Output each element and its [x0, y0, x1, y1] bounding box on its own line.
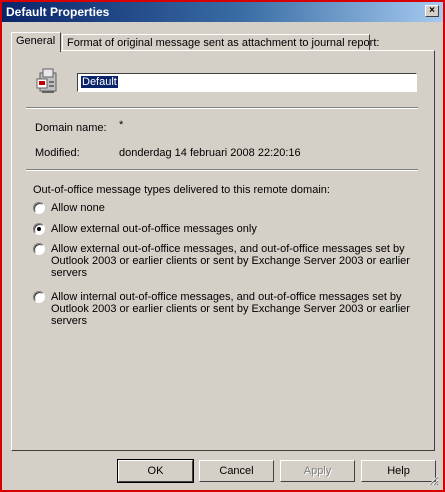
cancel-button[interactable]: Cancel	[199, 460, 274, 482]
radio-internal-and-legacy[interactable]	[33, 291, 45, 303]
separator	[26, 169, 418, 171]
name-field[interactable]: Default	[77, 73, 417, 92]
tab-general[interactable]: General	[11, 32, 61, 52]
modified-value: donderdag 14 februari 2008 22:20:16	[119, 147, 301, 159]
help-button[interactable]: Help	[361, 460, 436, 482]
tab-format[interactable]: Format of original message sent as attac…	[62, 34, 379, 50]
tab-general-label: General	[16, 35, 56, 47]
name-field-value: Default	[81, 76, 118, 88]
cancel-button-label: Cancel	[219, 465, 254, 477]
separator	[26, 107, 418, 109]
radio-external-only-label[interactable]: Allow external out-of-office messages on…	[51, 223, 419, 235]
window-title: Default Properties	[6, 5, 110, 19]
tab-format-label: Format of original message sent as attac…	[67, 37, 380, 49]
ooo-heading: Out-of-office message types delivered to…	[33, 184, 330, 196]
radio-allow-none[interactable]	[33, 202, 45, 214]
modified-label: Modified:	[35, 147, 80, 159]
close-icon[interactable]: ×	[425, 5, 439, 17]
properties-dialog: Default Properties × General Format of o…	[0, 0, 445, 492]
ok-button-label: OK	[147, 465, 164, 477]
ok-button[interactable]: OK	[117, 459, 194, 483]
radio-internal-and-legacy-label[interactable]: Allow internal out-of-office messages, a…	[51, 291, 419, 327]
radio-allow-none-label[interactable]: Allow none	[51, 202, 419, 214]
radio-external-only[interactable]	[33, 223, 45, 235]
domain-name-label: Domain name:	[35, 122, 107, 134]
title-bar[interactable]: Default Properties ×	[2, 2, 443, 22]
general-tab-panel: Default Domain name: * Modified: donderd…	[11, 50, 435, 451]
remote-domain-icon	[34, 65, 62, 95]
domain-name-value: *	[119, 119, 124, 131]
apply-button[interactable]: Apply	[280, 460, 355, 482]
radio-external-and-legacy-label[interactable]: Allow external out-of-office messages, a…	[51, 243, 419, 279]
help-button-label: Help	[387, 465, 410, 477]
apply-button-label: Apply	[303, 465, 332, 477]
size-grip-icon[interactable]	[427, 474, 439, 486]
radio-external-and-legacy[interactable]	[33, 243, 45, 255]
